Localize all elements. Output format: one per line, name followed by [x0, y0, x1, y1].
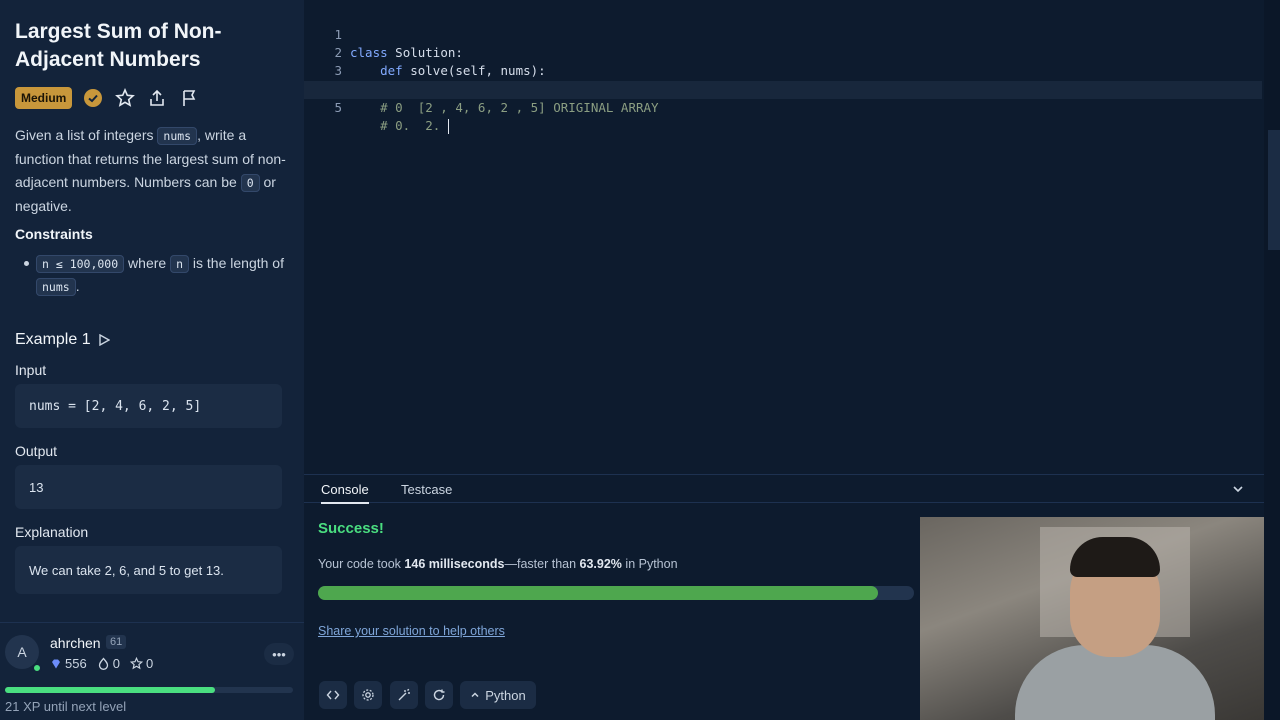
text-cursor: [447, 119, 450, 134]
problem-title: Largest Sum of Non-Adjacent Numbers: [15, 20, 222, 71]
user-level: 61: [106, 635, 127, 649]
chevron-down-icon[interactable]: [1232, 482, 1244, 500]
streak-icon: [97, 657, 110, 670]
code-line[interactable]: 4 # 0 [2 , 4, 6, 2 , 5] ORIGINAL ARRAY: [304, 63, 1262, 115]
chevron-up-icon: [470, 690, 480, 700]
check-circle-icon: [82, 87, 104, 109]
explanation-label: Explanation: [15, 524, 89, 540]
code-nums: nums: [157, 127, 198, 145]
stars-stat: 0: [129, 656, 153, 671]
gem-icon: [50, 658, 62, 670]
constraint-item: n ≤ 100,000 where n is the length of num…: [24, 252, 286, 298]
webcam-overlay: [920, 517, 1264, 720]
tab-testcase[interactable]: Testcase: [401, 482, 452, 497]
flag-icon[interactable]: [178, 87, 200, 109]
example-output: 13: [15, 465, 282, 509]
output-label: Output: [15, 443, 58, 459]
code-editor[interactable]: 1 class Solution: 2 def solve(self, nums…: [304, 0, 1264, 470]
language-selector[interactable]: Python: [460, 681, 536, 709]
more-icon[interactable]: •••: [264, 643, 294, 665]
performance-bar-fill: [318, 586, 878, 600]
webcam-person-hair: [1070, 537, 1160, 577]
code-line[interactable]: 2 def solve(self, nums):: [304, 26, 1262, 78]
share-solution-link[interactable]: Share your solution to help others: [318, 624, 505, 638]
code-zero: 0: [240, 174, 260, 192]
code-line[interactable]: 3: [304, 44, 1262, 78]
problem-description: Given a list of integers nums, write a f…: [15, 127, 286, 214]
performance-bar: [318, 586, 914, 600]
scrollbar-thumb[interactable]: [1268, 130, 1280, 250]
magic-wand-icon[interactable]: [390, 681, 418, 709]
problem-panel: Largest Sum of Non-Adjacent Numbers Medi…: [0, 0, 304, 720]
bullet: [24, 261, 29, 266]
share-icon[interactable]: [146, 87, 168, 109]
code-line[interactable]: 1 class Solution:: [304, 8, 1262, 60]
user-footer: A ahrchen 61 556 0 0 ••• 21 XP until nex…: [0, 622, 304, 720]
user-stats: 556 0 0: [50, 656, 159, 671]
code-icon[interactable]: [319, 681, 347, 709]
gear-icon[interactable]: [354, 681, 382, 709]
constraints-heading: Constraints: [15, 226, 93, 242]
status-success: Success!: [318, 520, 384, 537]
play-icon[interactable]: [98, 334, 110, 346]
example-explanation: We can take 2, 6, and 5 to get 13.: [15, 546, 282, 594]
tab-console[interactable]: Console: [321, 482, 369, 504]
xp-text: 21 XP until next level: [5, 699, 127, 714]
online-indicator: [32, 663, 42, 673]
xp-progress-bar: [5, 687, 293, 693]
input-label: Input: [15, 362, 47, 378]
streak-stat: 0: [97, 656, 120, 671]
editor-scrollbar[interactable]: [1264, 0, 1280, 720]
gems-stat: 556: [50, 656, 87, 671]
example-input: nums = [2, 4, 6, 2, 5]: [15, 384, 282, 428]
code-line-active[interactable]: 5 # 0. 2.: [304, 81, 1262, 134]
username[interactable]: ahrchen: [50, 635, 101, 651]
example-heading[interactable]: Example 1: [15, 331, 110, 349]
difficulty-badge: Medium: [15, 87, 73, 109]
refresh-icon[interactable]: [425, 681, 453, 709]
console-tabs: Console Testcase: [304, 475, 1264, 504]
line-number: 5: [334, 100, 342, 115]
star-icon[interactable]: [114, 87, 136, 109]
star-icon: [129, 657, 143, 670]
performance-text: Your code took 146 milliseconds—faster t…: [318, 557, 678, 571]
xp-progress-fill: [5, 687, 216, 693]
problem-badges: Medium: [15, 87, 200, 109]
